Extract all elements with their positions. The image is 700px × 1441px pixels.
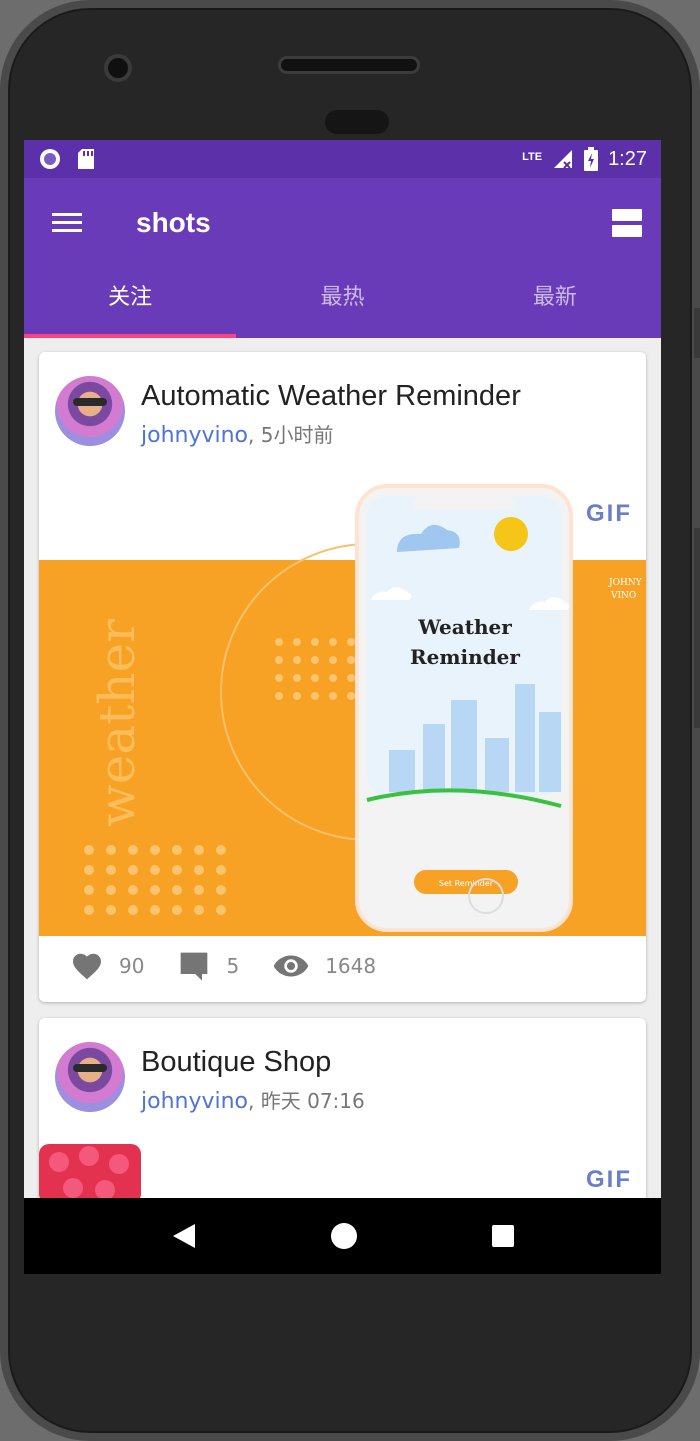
shot-title: Automatic Weather Reminder [141, 380, 521, 412]
shot-time: 5小时前 [260, 423, 334, 447]
author-avatar[interactable] [55, 1042, 125, 1112]
phone-button-text: Set Reminder [439, 879, 494, 888]
heart-icon [73, 953, 101, 980]
eye-icon [273, 955, 309, 977]
volume-rocker [694, 528, 700, 728]
views-count: 1648 [325, 954, 377, 978]
battery-icon [584, 147, 599, 171]
shot-title: Boutique Shop [141, 1046, 332, 1078]
shot-image[interactable]: weather JOHNY VINO Weather Reminder Set … [39, 462, 646, 936]
comment-icon [181, 952, 208, 981]
shot-illustration: weather JOHNY VINO Weather Reminder Set … [84, 484, 643, 932]
view-agenda-icon[interactable] [611, 208, 643, 238]
tab-bar: 关注 最热 最新 [24, 266, 661, 338]
sd-card-icon [78, 149, 94, 169]
record-icon [40, 149, 60, 169]
system-nav-bar [24, 1198, 661, 1274]
clock: 1:27 [608, 147, 647, 170]
phone-title-line2: Reminder [410, 645, 520, 669]
power-button [694, 308, 700, 358]
author-link[interactable]: johnyvino [141, 1089, 248, 1114]
screen: LTE 1:27 shots 关注 最热 最新 Automatic Weathe… [24, 140, 661, 1274]
separator: , [248, 423, 255, 447]
front-camera [104, 54, 132, 82]
proximity-sensor [325, 110, 389, 134]
tab-recent[interactable]: 最新 [449, 266, 661, 338]
tab-following[interactable]: 关注 [24, 266, 236, 338]
likes-count: 90 [119, 954, 145, 978]
recents-icon[interactable] [491, 1224, 515, 1248]
author-avatar[interactable] [55, 376, 125, 446]
network-type: LTE [522, 151, 543, 163]
status-bar: LTE 1:27 [24, 140, 661, 178]
home-icon[interactable] [330, 1222, 358, 1250]
app-bar: shots [24, 178, 661, 268]
signal-icon [554, 150, 573, 169]
flower-illustration [39, 1144, 141, 1204]
shot-stats: 90 5 1648 [39, 936, 646, 1002]
gif-badge: GIF [586, 500, 632, 527]
likes-stat[interactable]: 90 [71, 951, 144, 981]
back-icon[interactable] [171, 1222, 197, 1250]
separator: , [248, 1089, 255, 1113]
shot-card[interactable]: Boutique Shop johnyvino, 昨天 07:16 GIF [39, 1018, 646, 1204]
corner-name-1: JOHNY [608, 578, 643, 588]
corner-name-2: VINO [610, 591, 636, 601]
views-stat: 1648 [273, 953, 376, 979]
hamburger-menu-icon[interactable] [52, 211, 84, 235]
comments-count: 5 [226, 954, 240, 978]
author-link[interactable]: johnyvino [141, 423, 248, 448]
shot-time: 昨天 07:16 [260, 1089, 365, 1113]
shot-feed[interactable]: Automatic Weather Reminder johnyvino, 5小… [24, 338, 661, 1234]
comments-stat[interactable]: 5 [178, 950, 239, 982]
tab-popular[interactable]: 最热 [236, 266, 448, 338]
phone-title-line1: Weather [417, 615, 512, 639]
shot-image[interactable]: GIF [39, 1144, 646, 1204]
gif-badge: GIF [586, 1166, 632, 1193]
tab-indicator [24, 334, 236, 338]
side-word-text: weather [88, 619, 146, 827]
page-title: shots [136, 207, 211, 238]
shot-card[interactable]: Automatic Weather Reminder johnyvino, 5小… [39, 352, 646, 1002]
earpiece-speaker [278, 56, 420, 74]
